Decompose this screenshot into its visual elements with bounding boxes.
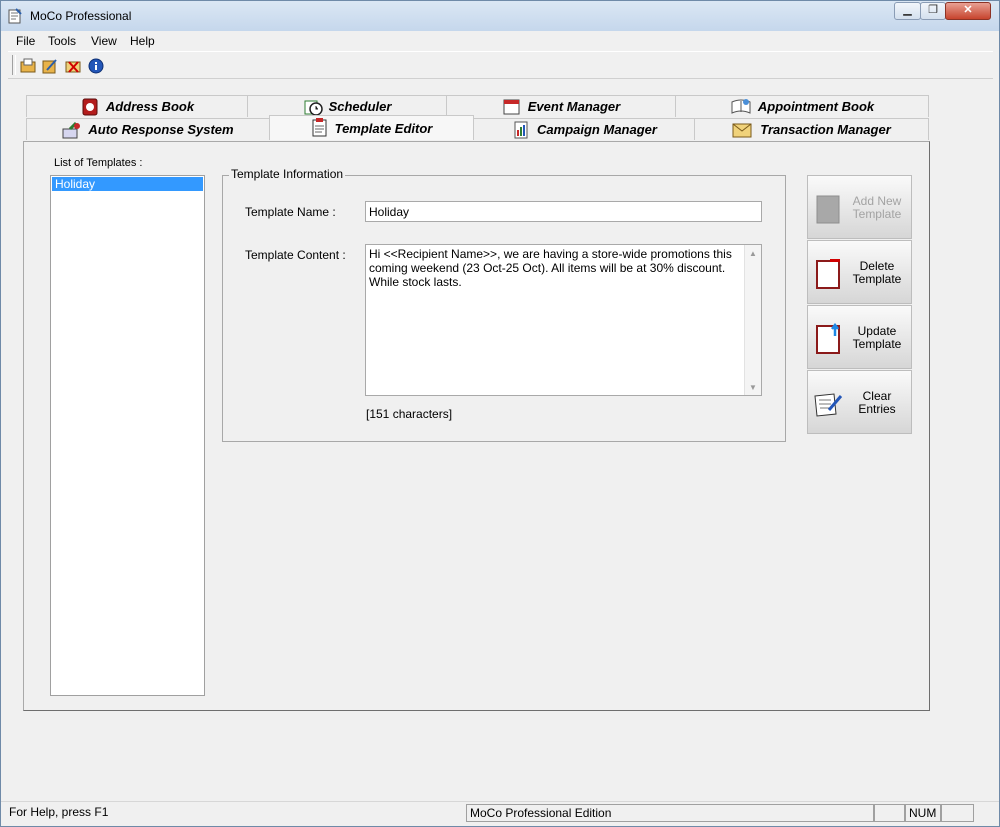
update-template-button[interactable]: Update Template	[807, 305, 912, 369]
maximize-button[interactable]: ❐	[920, 2, 946, 20]
tab-template-editor[interactable]: Template Editor	[269, 115, 474, 140]
template-content-textarea[interactable]: Hi <<Recipient Name>>, we are having a s…	[365, 244, 762, 396]
close-button[interactable]: ✕	[945, 2, 991, 20]
auto-response-icon	[62, 121, 81, 138]
scheduler-icon	[304, 100, 323, 116]
add-new-template-label: Add New Template	[852, 194, 902, 221]
status-caps	[874, 804, 905, 822]
delete-template-icon	[816, 259, 840, 289]
templates-listbox[interactable]: Holiday	[50, 175, 205, 696]
template-name-input[interactable]	[365, 201, 762, 222]
status-num: NUM	[905, 804, 941, 822]
tab-scheduler[interactable]: Scheduler	[247, 95, 447, 117]
status-help-text: For Help, press F1	[9, 805, 109, 819]
toolbar-grip	[12, 55, 16, 75]
toolbar	[8, 51, 993, 79]
tab-scheduler-label: Scheduler	[328, 99, 392, 114]
clear-entries-label: Clear Entries	[858, 389, 896, 416]
template-name-label: Template Name :	[245, 205, 336, 219]
menu-file[interactable]: File	[16, 34, 35, 48]
clear-entries-button[interactable]: Clear Entries	[807, 370, 912, 434]
open-book-icon	[20, 58, 35, 72]
clear-entries-icon	[814, 393, 843, 417]
event-manager-icon	[503, 99, 520, 114]
status-edition: MoCo Professional Edition	[466, 804, 874, 822]
char-count: [151 characters]	[366, 407, 453, 421]
edit-book-icon	[42, 58, 57, 73]
close-icon: ✕	[963, 4, 973, 16]
add-new-template-button[interactable]: Add New Template	[807, 175, 912, 239]
update-template-icon	[816, 323, 840, 354]
tab-template-editor-label: Template Editor	[334, 120, 433, 136]
toolbar-open-button[interactable]	[17, 55, 38, 76]
address-book-icon	[82, 98, 98, 115]
status-bar: For Help, press F1 MoCo Professional Edi…	[1, 801, 999, 826]
menu-view[interactable]: View	[91, 34, 117, 48]
delete-template-button[interactable]: Delete Template	[807, 240, 912, 304]
tab-campaign-manager-label: Campaign Manager	[537, 122, 657, 137]
tab-auto-response-system[interactable]: Auto Response System	[26, 118, 270, 140]
status-scroll	[941, 804, 974, 822]
content-scrollbar[interactable]: ▲ ▼	[744, 245, 761, 395]
delete-template-label: Delete Template	[852, 259, 902, 286]
app-icon	[8, 8, 22, 24]
appointment-book-icon	[731, 98, 751, 114]
toolbar-delete-button[interactable]	[62, 55, 83, 76]
window-title: MoCo Professional	[30, 9, 132, 23]
toolbar-info-button[interactable]	[85, 55, 106, 76]
tab-event-manager[interactable]: Event Manager	[446, 95, 676, 117]
restore-icon: ❐	[928, 4, 938, 16]
tab-appointment-book[interactable]: Appointment Book	[675, 95, 929, 117]
delete-mail-icon	[65, 60, 80, 73]
toolbar-edit-button[interactable]	[39, 55, 60, 76]
tab-event-manager-label: Event Manager	[527, 99, 621, 114]
minimize-button[interactable]: ▁	[894, 2, 921, 20]
tab-auto-response-system-label: Auto Response System	[88, 122, 234, 137]
tab-transaction-manager-label: Transaction Manager	[760, 122, 891, 137]
templates-list-label: List of Templates :	[54, 157, 143, 169]
campaign-manager-icon	[514, 121, 528, 138]
template-content-text: Hi <<Recipient Name>>, we are having a s…	[369, 247, 732, 289]
title-bar: MoCo Professional ▁ ❐ ✕	[1, 1, 999, 31]
minimize-icon: ▁	[903, 4, 912, 16]
template-content-label: Template Content :	[245, 248, 346, 262]
tab-appointment-book-label: Appointment Book	[757, 99, 875, 114]
scroll-up-icon[interactable]: ▲	[749, 249, 757, 258]
tab-address-book[interactable]: Address Book	[26, 95, 248, 117]
list-item[interactable]: Holiday	[52, 177, 203, 191]
app-window: MoCo Professional ▁ ❐ ✕ File Tools View …	[0, 0, 1000, 827]
menu-bar: File Tools View Help	[8, 31, 993, 51]
scroll-down-icon[interactable]: ▼	[749, 383, 757, 392]
template-info-title: Template Information	[229, 167, 346, 181]
tab-address-book-label: Address Book	[105, 99, 195, 114]
info-icon	[88, 58, 103, 73]
menu-tools[interactable]: Tools	[48, 34, 76, 48]
transaction-manager-icon	[732, 123, 752, 137]
template-editor-icon	[312, 118, 327, 137]
tab-transaction-manager[interactable]: Transaction Manager	[694, 118, 929, 140]
tab-campaign-manager[interactable]: Campaign Manager	[473, 118, 695, 140]
menu-help[interactable]: Help	[130, 34, 155, 48]
update-template-label: Update Template	[852, 324, 902, 351]
add-template-icon	[816, 195, 840, 224]
